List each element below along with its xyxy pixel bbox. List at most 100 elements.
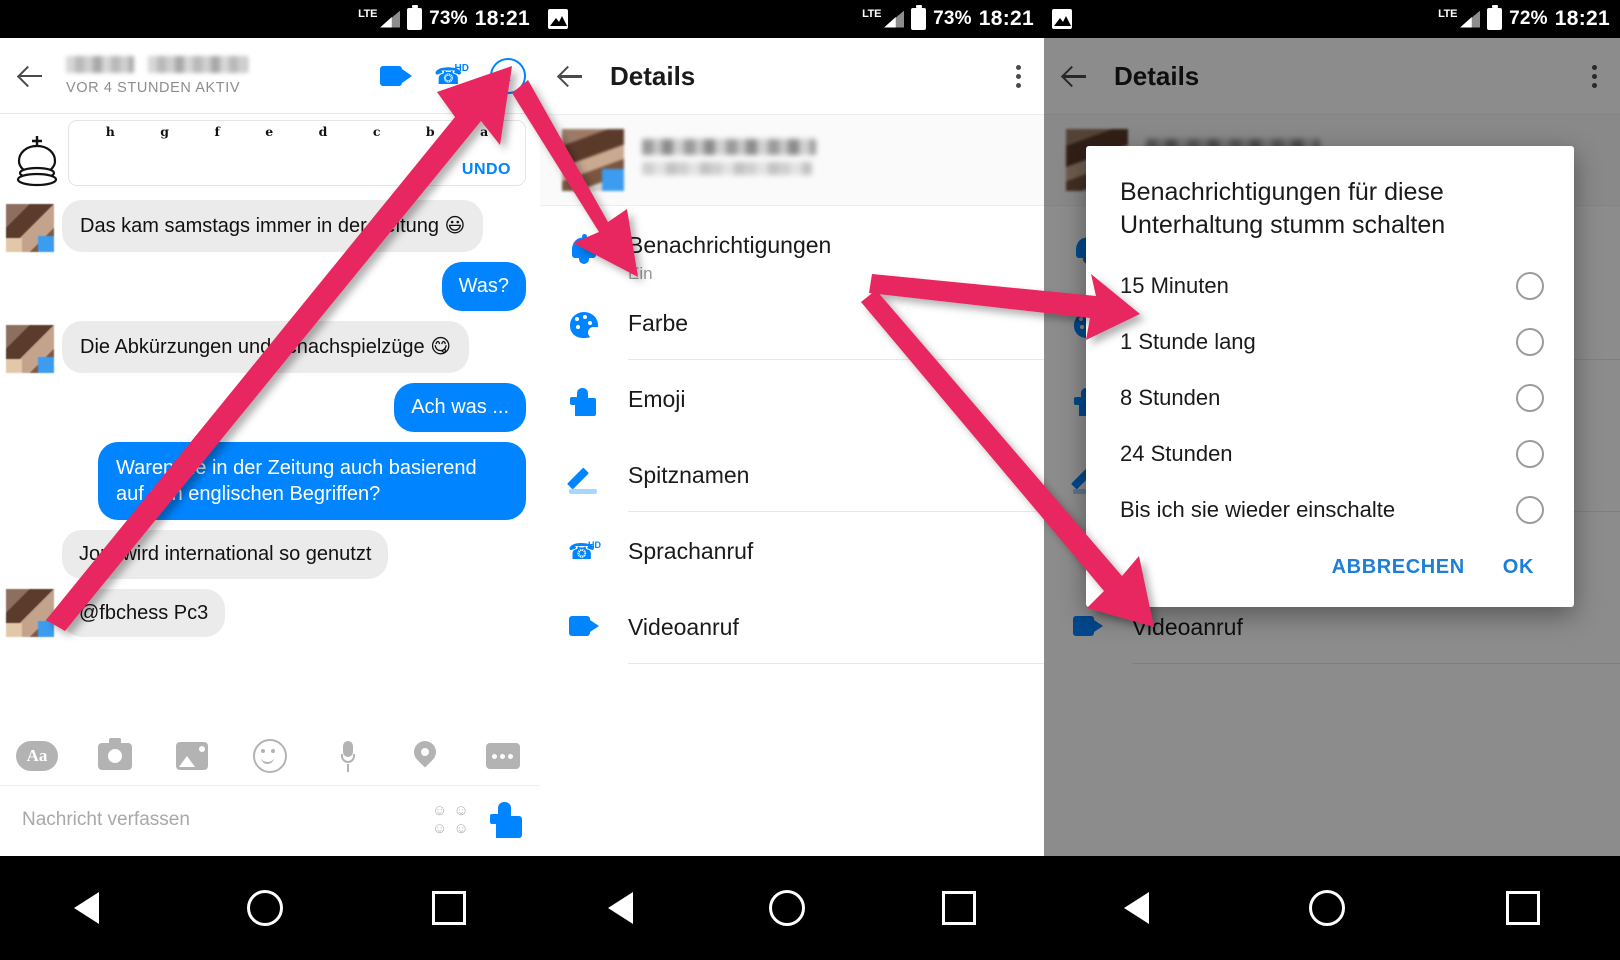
camera-icon[interactable] <box>86 733 144 779</box>
nav-back-icon[interactable] <box>74 892 100 924</box>
details-item-emoji[interactable]: Emoji <box>540 360 1044 436</box>
profile-picture <box>562 129 624 191</box>
back-button[interactable] <box>14 59 48 93</box>
chess-file: a <box>480 124 489 139</box>
details-item-color[interactable]: Farbe <box>540 284 1044 361</box>
sticker-icon[interactable] <box>241 733 299 779</box>
info-icon[interactable]: i <box>490 57 526 94</box>
back-button[interactable] <box>554 59 588 93</box>
dialog-option-label: 1 Stunde lang <box>1120 329 1256 354</box>
more-options-icon[interactable] <box>474 733 532 779</box>
chess-file: f <box>214 124 220 139</box>
details-item-label: Sprachanruf <box>628 538 754 565</box>
details-behind-dialog: Details Benachrichtigungen Ein <box>1044 38 1620 856</box>
emoji-picker-icon[interactable]: ☺ ☺ ☺ ☺ <box>432 803 474 837</box>
radio-button[interactable] <box>1516 496 1544 524</box>
clock: 18:21 <box>1554 7 1610 30</box>
message-bubble[interactable]: Jop, wird international so genutzt <box>62 530 389 579</box>
palette-icon <box>540 310 628 339</box>
radio-button[interactable] <box>1516 272 1544 300</box>
battery-percent: 73% <box>933 8 972 29</box>
battery-percent: 72% <box>1509 8 1548 29</box>
voice-call-hd-icon[interactable]: ☎ HD <box>434 63 469 89</box>
android-nav-bar-2 <box>540 856 1044 960</box>
chat-header: VOR 4 STUNDEN AKTIV ☎ HD i <box>0 38 540 114</box>
radio-button[interactable] <box>1516 384 1544 412</box>
message-list: Das kam samstags immer in der Zeitung 😃 … <box>0 200 540 638</box>
message-bubble[interactable]: Ach was ... <box>394 383 526 432</box>
cancel-button[interactable]: ABBRECHEN <box>1332 556 1465 579</box>
nav-recents-icon[interactable] <box>431 891 466 925</box>
details-list: Benachrichtigungen Ein Farbe Emoji Spitz… <box>540 206 1044 665</box>
chess-undo-button[interactable]: UNDO <box>462 161 511 179</box>
message-row: Was? <box>6 262 526 311</box>
dialog-option-until-reenabled[interactable]: Bis ich sie wieder einschalte <box>1086 482 1574 538</box>
contact-name-redacted-first <box>66 55 134 73</box>
like-button[interactable] <box>490 802 524 838</box>
android-nav-bar-1 <box>0 856 540 960</box>
overflow-menu-icon[interactable] <box>1006 61 1030 91</box>
nav-back-icon[interactable] <box>608 892 634 924</box>
android-nav-bar-3 <box>1044 856 1620 960</box>
photo-notification-icon <box>1052 9 1072 29</box>
chess-file: h <box>105 124 115 139</box>
status-bar-2: LTE 73% 18:21 <box>540 0 1044 38</box>
ok-button[interactable]: OK <box>1503 556 1534 579</box>
details-item-label: Farbe <box>628 310 689 337</box>
nav-home-icon[interactable] <box>769 890 806 926</box>
message-input-placeholder[interactable]: Nachricht verfassen <box>22 809 432 831</box>
details-item-label: Videoanruf <box>628 614 739 641</box>
dialog-option-label: Bis ich sie wieder einschalte <box>1120 497 1396 522</box>
dialog-option-8hours[interactable]: 8 Stunden <box>1086 370 1574 426</box>
screenshot-triptych: LTE 73% 18:21 VOR 4 STUNDEN AKTIV ☎HD i <box>0 0 1620 960</box>
details-item-notifications[interactable]: Benachrichtigungen Ein <box>540 206 1044 284</box>
network-type-label: LTE <box>1438 7 1458 20</box>
nav-recents-icon[interactable] <box>1505 891 1540 925</box>
gallery-icon[interactable] <box>163 733 221 779</box>
dialog-option-24hours[interactable]: 24 Stunden <box>1086 426 1574 482</box>
signal-strength-icon <box>380 10 401 28</box>
dialog-option-label: 8 Stunden <box>1120 385 1221 410</box>
screen-mute-dialog: LTE 72% 18:21 Details Videoanruf Benachr… <box>1044 0 1620 960</box>
details-item-label: Spitznamen <box>628 462 750 489</box>
status-bar-3: LTE 72% 18:21 <box>1044 0 1620 38</box>
nav-recents-icon[interactable] <box>941 891 976 925</box>
microphone-icon[interactable] <box>319 733 377 779</box>
dialog-option-label: 15 Minuten <box>1120 273 1229 298</box>
profile-subtitle-redacted <box>642 161 812 175</box>
radio-button[interactable] <box>1516 440 1544 468</box>
battery-percent: 73% <box>429 8 468 29</box>
thumbs-up-icon <box>540 386 628 417</box>
video-call-icon[interactable] <box>380 65 412 87</box>
composer: Aa Nachricht verfassen ☺ ☺ ☺ ☺ <box>0 723 540 856</box>
message-bubble[interactable]: Waren die in der Zeitung auch basierend … <box>98 441 526 521</box>
network-type-label: LTE <box>358 7 378 20</box>
profile-row[interactable] <box>540 114 1044 206</box>
message-bubble[interactable]: Das kam samstags immer in der Zeitung 😃 <box>62 200 484 253</box>
message-bubble[interactable]: Die Abkürzungen und schachspielzüge 😋 <box>62 320 470 374</box>
divider <box>628 663 1044 665</box>
dialog-option-1hour[interactable]: 1 Stunde lang <box>1086 314 1574 370</box>
text-format-icon[interactable]: Aa <box>8 733 66 779</box>
nav-home-icon[interactable] <box>247 890 284 926</box>
details-item-voice-call[interactable]: ☎HD Sprachanruf <box>540 512 1044 588</box>
radio-button[interactable] <box>1516 328 1544 356</box>
nav-home-icon[interactable] <box>1309 890 1346 926</box>
signal-strength-icon <box>884 10 905 28</box>
message-input-row[interactable]: Nachricht verfassen ☺ ☺ ☺ ☺ <box>0 785 540 856</box>
location-icon[interactable] <box>396 733 454 779</box>
details-item-video-call[interactable]: Videoanruf <box>540 588 1044 665</box>
message-bubble[interactable]: Was? <box>441 262 526 311</box>
message-row: Ach was ... <box>6 383 526 432</box>
dialog-option-15min[interactable]: 15 Minuten <box>1086 258 1574 314</box>
details-item-nicknames[interactable]: Spitznamen <box>540 436 1044 513</box>
avatar <box>6 325 54 374</box>
nav-back-icon[interactable] <box>1124 892 1150 924</box>
screen-chat: LTE 73% 18:21 VOR 4 STUNDEN AKTIV ☎HD i <box>0 0 540 960</box>
message-bubble[interactable]: @fbchess Pc3 <box>62 588 226 638</box>
clock: 18:21 <box>978 7 1034 30</box>
phone-hd-icon: ☎HD <box>568 539 601 565</box>
chess-file-labels: h g f e d c b a <box>79 124 515 139</box>
screen-details: LTE 73% 18:21 Details Benachrichtigungen… <box>540 0 1044 960</box>
chess-king-icon <box>6 120 68 188</box>
